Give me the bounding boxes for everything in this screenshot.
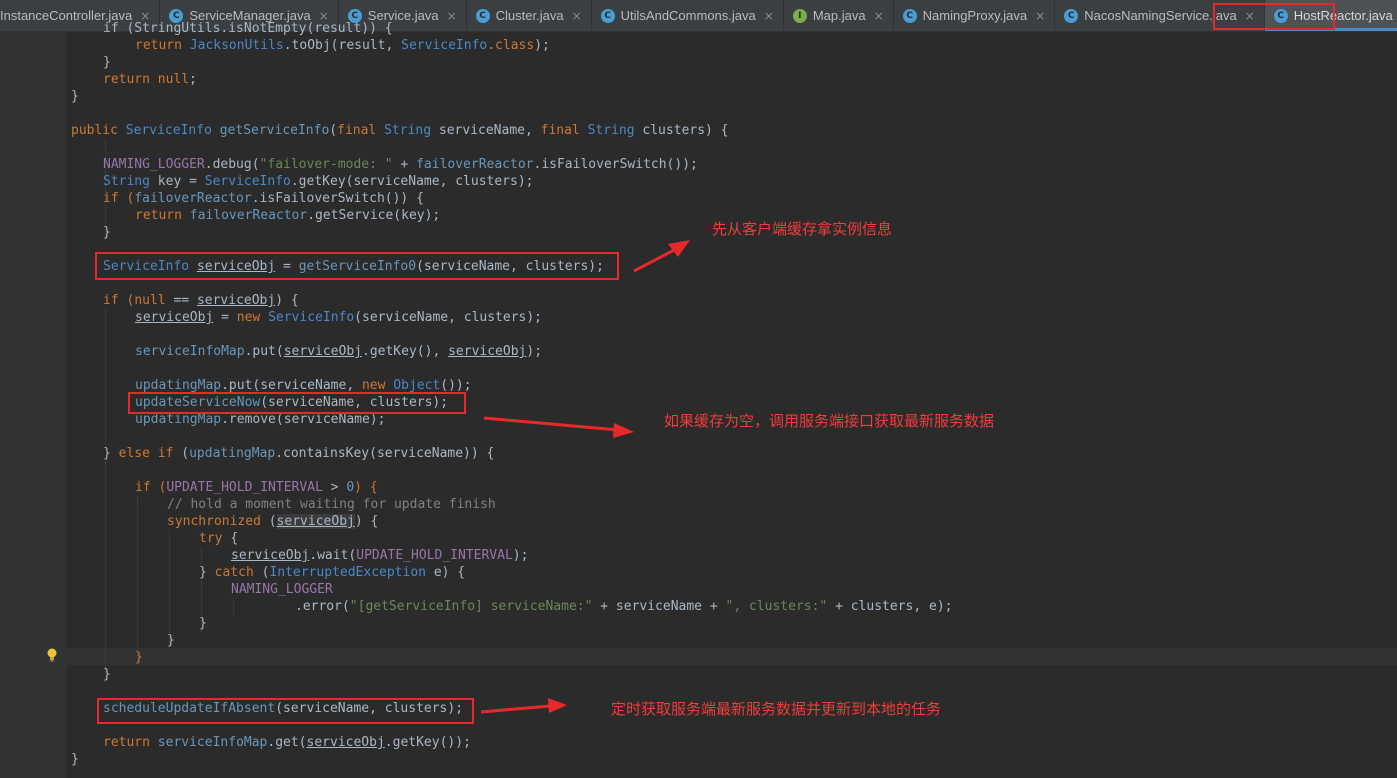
arrow-head bbox=[613, 423, 634, 438]
annotation-cache-lookup: 先从客户端缓存拿实例信息 bbox=[712, 220, 893, 238]
arrow-head bbox=[668, 240, 690, 257]
annotation-arrows bbox=[480, 240, 690, 714]
arrow-line bbox=[483, 416, 619, 432]
arrow-head bbox=[548, 698, 567, 713]
annotation-scheduled-update: 定时获取服务端最新服务数据并更新到本地的任务 bbox=[611, 700, 942, 718]
annotation-fetch-from-server: 如果缓存为空，调用服务端接口获取最新服务数据 bbox=[664, 412, 995, 430]
arrow-line bbox=[480, 704, 551, 714]
